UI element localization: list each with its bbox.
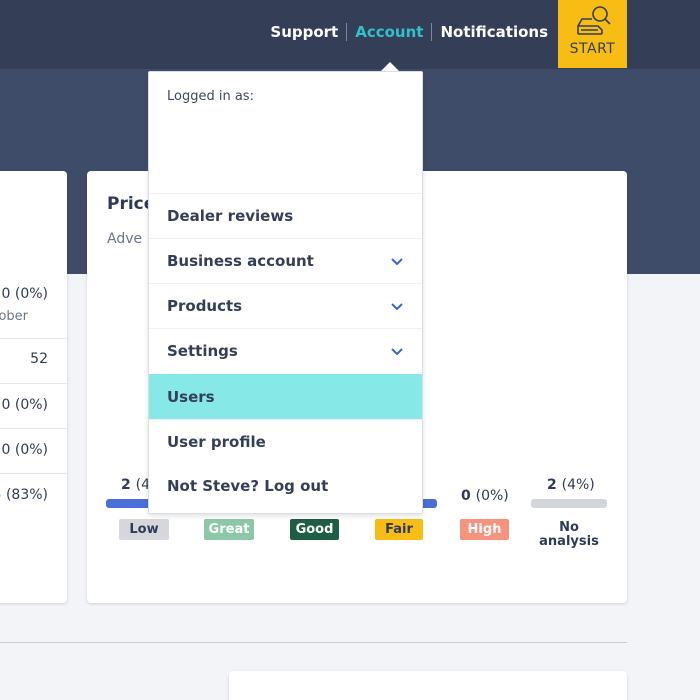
- stat-value: 0 (0%): [1, 397, 49, 413]
- menu-item-user-profile[interactable]: User profile: [149, 419, 422, 464]
- chevron-down-icon: [391, 348, 403, 356]
- category-badge-great: Great: [204, 519, 254, 540]
- price-bar-no-analysis: [531, 499, 607, 508]
- top-navigation: Support Account Notifications: [270, 22, 548, 42]
- account-dropdown-menu: Logged in as: Dealer reviews Business ac…: [148, 71, 423, 514]
- nav-separator: [346, 23, 348, 41]
- start-button[interactable]: START: [558, 0, 627, 68]
- stat-sub-label: ober: [0, 309, 28, 324]
- menu-item-business-account[interactable]: Business account: [149, 238, 422, 283]
- menu-item-users[interactable]: Users: [149, 374, 422, 419]
- menu-item-label: Products: [167, 297, 243, 315]
- menu-item-label: Business account: [167, 252, 314, 270]
- notifications-link[interactable]: Notifications: [440, 23, 548, 41]
- menu-item-label: Dealer reviews: [167, 207, 294, 225]
- chevron-down-icon: [391, 303, 403, 311]
- category-badge-fair: Fair: [375, 519, 423, 540]
- stat-value: 52: [30, 351, 48, 367]
- stats-card: 0 (0%) ober 52 0 (0%) 0 (0%) 5 (83%): [0, 171, 67, 603]
- stat-value: 0 (0%): [1, 442, 49, 458]
- nav-separator: [431, 23, 433, 41]
- category-label-no-analysis: No analysis: [539, 520, 599, 549]
- bottom-card: [229, 671, 627, 700]
- bar-value-low: 2 (4: [121, 477, 150, 493]
- menu-item-label: User profile: [167, 433, 266, 451]
- category-badge-low: Low: [119, 519, 169, 540]
- bar-value-high: 0 (0%): [461, 488, 509, 504]
- row-divider: [0, 383, 67, 384]
- category-badge-high: High: [460, 519, 509, 540]
- stat-value: 0 (0%): [1, 286, 49, 302]
- stat-value: 5 (83%): [0, 487, 48, 503]
- menu-item-label: Settings: [167, 342, 238, 360]
- support-link[interactable]: Support: [270, 23, 338, 41]
- car-search-icon: [576, 6, 611, 35]
- bar-value-no-analysis: 2 (4%): [547, 477, 595, 493]
- logged-in-label: Logged in as:: [167, 89, 254, 104]
- category-badge-good: Good: [290, 519, 339, 540]
- row-divider: [0, 338, 67, 339]
- menu-item-products[interactable]: Products: [149, 283, 422, 328]
- menu-item-settings[interactable]: Settings: [149, 328, 422, 373]
- row-divider: [0, 428, 67, 429]
- menu-item-log-out[interactable]: Not Steve? Log out: [149, 463, 422, 508]
- menu-item-label: Not Steve? Log out: [167, 476, 329, 495]
- account-link[interactable]: Account: [355, 23, 423, 41]
- menu-item-label: Users: [167, 388, 215, 406]
- menu-item-dealer-reviews[interactable]: Dealer reviews: [149, 193, 422, 238]
- section-divider: [0, 642, 627, 643]
- row-divider: [0, 473, 67, 474]
- chevron-down-icon: [391, 258, 403, 266]
- start-label: START: [569, 41, 616, 57]
